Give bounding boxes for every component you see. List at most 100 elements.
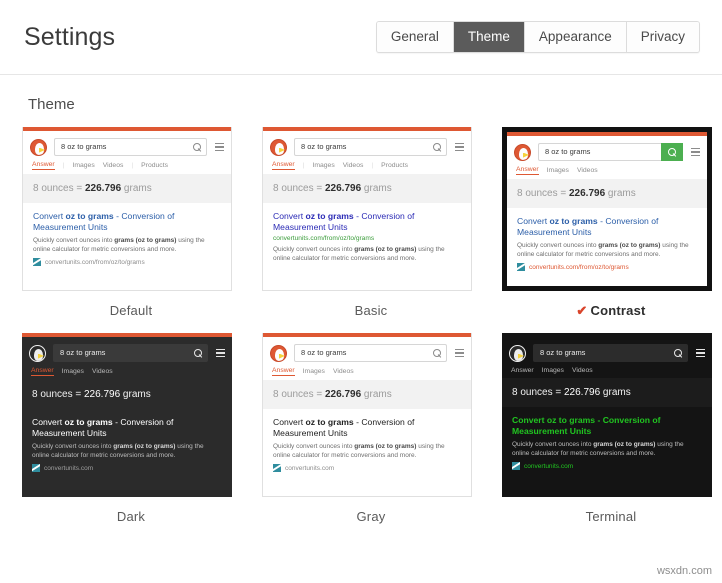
result-url[interactable]: convertunits.com [285, 465, 334, 472]
preview-nav-images[interactable]: Images [312, 162, 334, 169]
search-icon[interactable] [433, 143, 442, 152]
theme-preview-contrast[interactable]: 8 oz to grams Answer Images Videos 8 oun… [502, 127, 712, 291]
preview-nav-products[interactable]: Products [141, 162, 168, 169]
theme-option-gray[interactable]: 8 oz to grams Answer Images Videos 8 oun… [262, 333, 480, 524]
instant-answer: 8 ounces = 226.796 grams [502, 378, 712, 407]
tab-general[interactable]: General [377, 22, 454, 53]
result-title[interactable]: Convert oz to grams - Conversion of Meas… [33, 211, 221, 233]
tab-privacy[interactable]: Privacy [627, 22, 699, 53]
preview-nav-answer[interactable]: Answer [31, 367, 54, 376]
theme-label-terminal: Terminal [502, 497, 720, 524]
result-description: Quickly convert ounces into grams (oz to… [273, 245, 461, 263]
preview-nav-videos[interactable]: Videos [572, 367, 593, 374]
theme-preview-dark[interactable]: 8 oz to grams Answer Images Videos 8 oun… [22, 333, 232, 497]
preview-nav-videos[interactable]: Videos [92, 368, 113, 375]
result-title-part1: Convert [273, 417, 305, 427]
nav-divider: | [63, 162, 65, 169]
preview-nav-images[interactable]: Images [72, 162, 94, 169]
result-description: Quickly convert ounces into grams (oz to… [273, 442, 461, 460]
result-title[interactable]: Convert oz to grams - Conversion of Meas… [517, 216, 697, 238]
theme-option-default[interactable]: 8 oz to grams Answer | Images Videos | P… [22, 127, 240, 319]
menu-icon[interactable] [455, 347, 464, 359]
result-title-part2: oz to grams [65, 211, 113, 221]
preview-nav-videos[interactable]: Videos [343, 162, 364, 169]
result-title[interactable]: Convert oz to grams - Conversion of Meas… [273, 211, 461, 233]
theme-option-dark[interactable]: 8 oz to grams Answer Images Videos 8 oun… [22, 333, 240, 524]
desc-part2: grams (oz to grams) [593, 441, 655, 448]
menu-icon[interactable] [215, 141, 224, 153]
desc-part2: grams (oz to grams) [598, 242, 660, 249]
preview-nav-answer[interactable]: Answer [516, 166, 539, 175]
tab-theme[interactable]: Theme [454, 22, 525, 53]
search-input[interactable]: 8 oz to grams [53, 344, 208, 362]
result-url[interactable]: convertunits.com [44, 465, 93, 472]
preview-nav-products[interactable]: Products [381, 162, 408, 169]
search-input[interactable]: 8 oz to grams [538, 143, 683, 161]
instant-answer: 8 ounces = 226.796 grams [507, 179, 707, 208]
preview-nav-images[interactable]: Images [62, 368, 84, 375]
desc-part2: grams (oz to grams) [354, 443, 416, 450]
search-input[interactable]: 8 oz to grams [54, 138, 207, 156]
desc-part1: Quickly convert ounces into [32, 443, 113, 450]
menu-icon[interactable] [455, 141, 464, 153]
duckduckgo-logo-icon [514, 144, 531, 161]
preview-nav-videos[interactable]: Videos [577, 167, 598, 174]
answer-result-value: 226.796 [564, 387, 600, 398]
result-title-part2: oz to grams [64, 417, 112, 427]
search-icon[interactable] [193, 143, 202, 152]
search-query-text: 8 oz to grams [301, 349, 433, 357]
preview-nav: Answer | Images Videos | Products [23, 161, 231, 174]
preview-nav-images[interactable]: Images [542, 367, 564, 374]
result-url[interactable]: convertunits.com [524, 463, 573, 470]
search-input[interactable]: 8 oz to grams [294, 344, 447, 362]
result-title-part2: oz to grams [305, 417, 353, 427]
search-row: 8 oz to grams [263, 337, 471, 367]
result-title[interactable]: Convert oz to grams - Conversion of Meas… [273, 417, 461, 439]
preview-nav-images[interactable]: Images [547, 167, 569, 174]
preview-nav-answer[interactable]: Answer [272, 161, 295, 170]
nav-divider: | [371, 162, 373, 169]
result-url[interactable]: convertunits.com/from/oz/to/grams [529, 264, 629, 271]
search-button[interactable] [661, 143, 683, 161]
result-title[interactable]: Convert oz to grams - Conversion of Meas… [512, 415, 702, 437]
theme-preview-default[interactable]: 8 oz to grams Answer | Images Videos | P… [22, 127, 232, 291]
nav-divider: | [303, 162, 305, 169]
menu-icon[interactable] [216, 347, 225, 359]
answer-result-value: 226.796 [569, 188, 605, 199]
preview-nav-videos[interactable]: Videos [333, 368, 354, 375]
menu-icon[interactable] [696, 347, 705, 359]
search-query-text: 8 oz to grams [61, 143, 193, 151]
search-row: 8 oz to grams [507, 136, 707, 166]
search-icon[interactable] [433, 349, 442, 358]
page-header: Settings General Theme Appearance Privac… [0, 0, 722, 75]
result-url-row: convertunits.com [512, 462, 702, 470]
theme-option-basic[interactable]: 8 oz to grams Answer | Images Videos | P… [262, 127, 480, 319]
selected-check-icon: ✔ [576, 303, 587, 318]
result-url[interactable]: convertunits.com/from/oz/to/grams [273, 235, 461, 242]
result-title-part1: Convert [33, 211, 65, 221]
answer-unit-to: grams [361, 389, 392, 400]
preview-nav-answer[interactable]: Answer [32, 161, 55, 170]
search-input[interactable]: 8 oz to grams [294, 138, 447, 156]
theme-option-contrast[interactable]: 8 oz to grams Answer Images Videos 8 oun… [502, 127, 720, 319]
result-title-part1: Convert [512, 415, 547, 425]
theme-preview-basic[interactable]: 8 oz to grams Answer | Images Videos | P… [262, 127, 472, 291]
search-icon[interactable] [674, 349, 683, 358]
preview-nav-videos[interactable]: Videos [103, 162, 124, 169]
answer-unit-from: ounces = [281, 183, 325, 194]
instant-answer: 8 ounces = 226.796 grams [23, 174, 231, 203]
search-query-text: 8 oz to grams [540, 349, 674, 357]
answer-result-value: 226.796 [84, 389, 120, 400]
result-title[interactable]: Convert oz to grams - Conversion of Meas… [32, 417, 222, 439]
preview-nav-answer[interactable]: Answer [272, 367, 295, 376]
theme-preview-gray[interactable]: 8 oz to grams Answer Images Videos 8 oun… [262, 333, 472, 497]
tab-appearance[interactable]: Appearance [525, 22, 627, 53]
preview-nav-images[interactable]: Images [303, 368, 325, 375]
preview-nav-answer[interactable]: Answer [511, 367, 534, 374]
result-url[interactable]: convertunits.com/from/oz/to/grams [45, 259, 145, 266]
menu-icon[interactable] [691, 146, 700, 158]
theme-option-terminal[interactable]: 8 oz to grams Answer Images Videos 8 oun… [502, 333, 720, 524]
search-icon[interactable] [194, 349, 203, 358]
search-input[interactable]: 8 oz to grams [533, 344, 688, 362]
theme-preview-terminal[interactable]: 8 oz to grams Answer Images Videos 8 oun… [502, 333, 712, 497]
